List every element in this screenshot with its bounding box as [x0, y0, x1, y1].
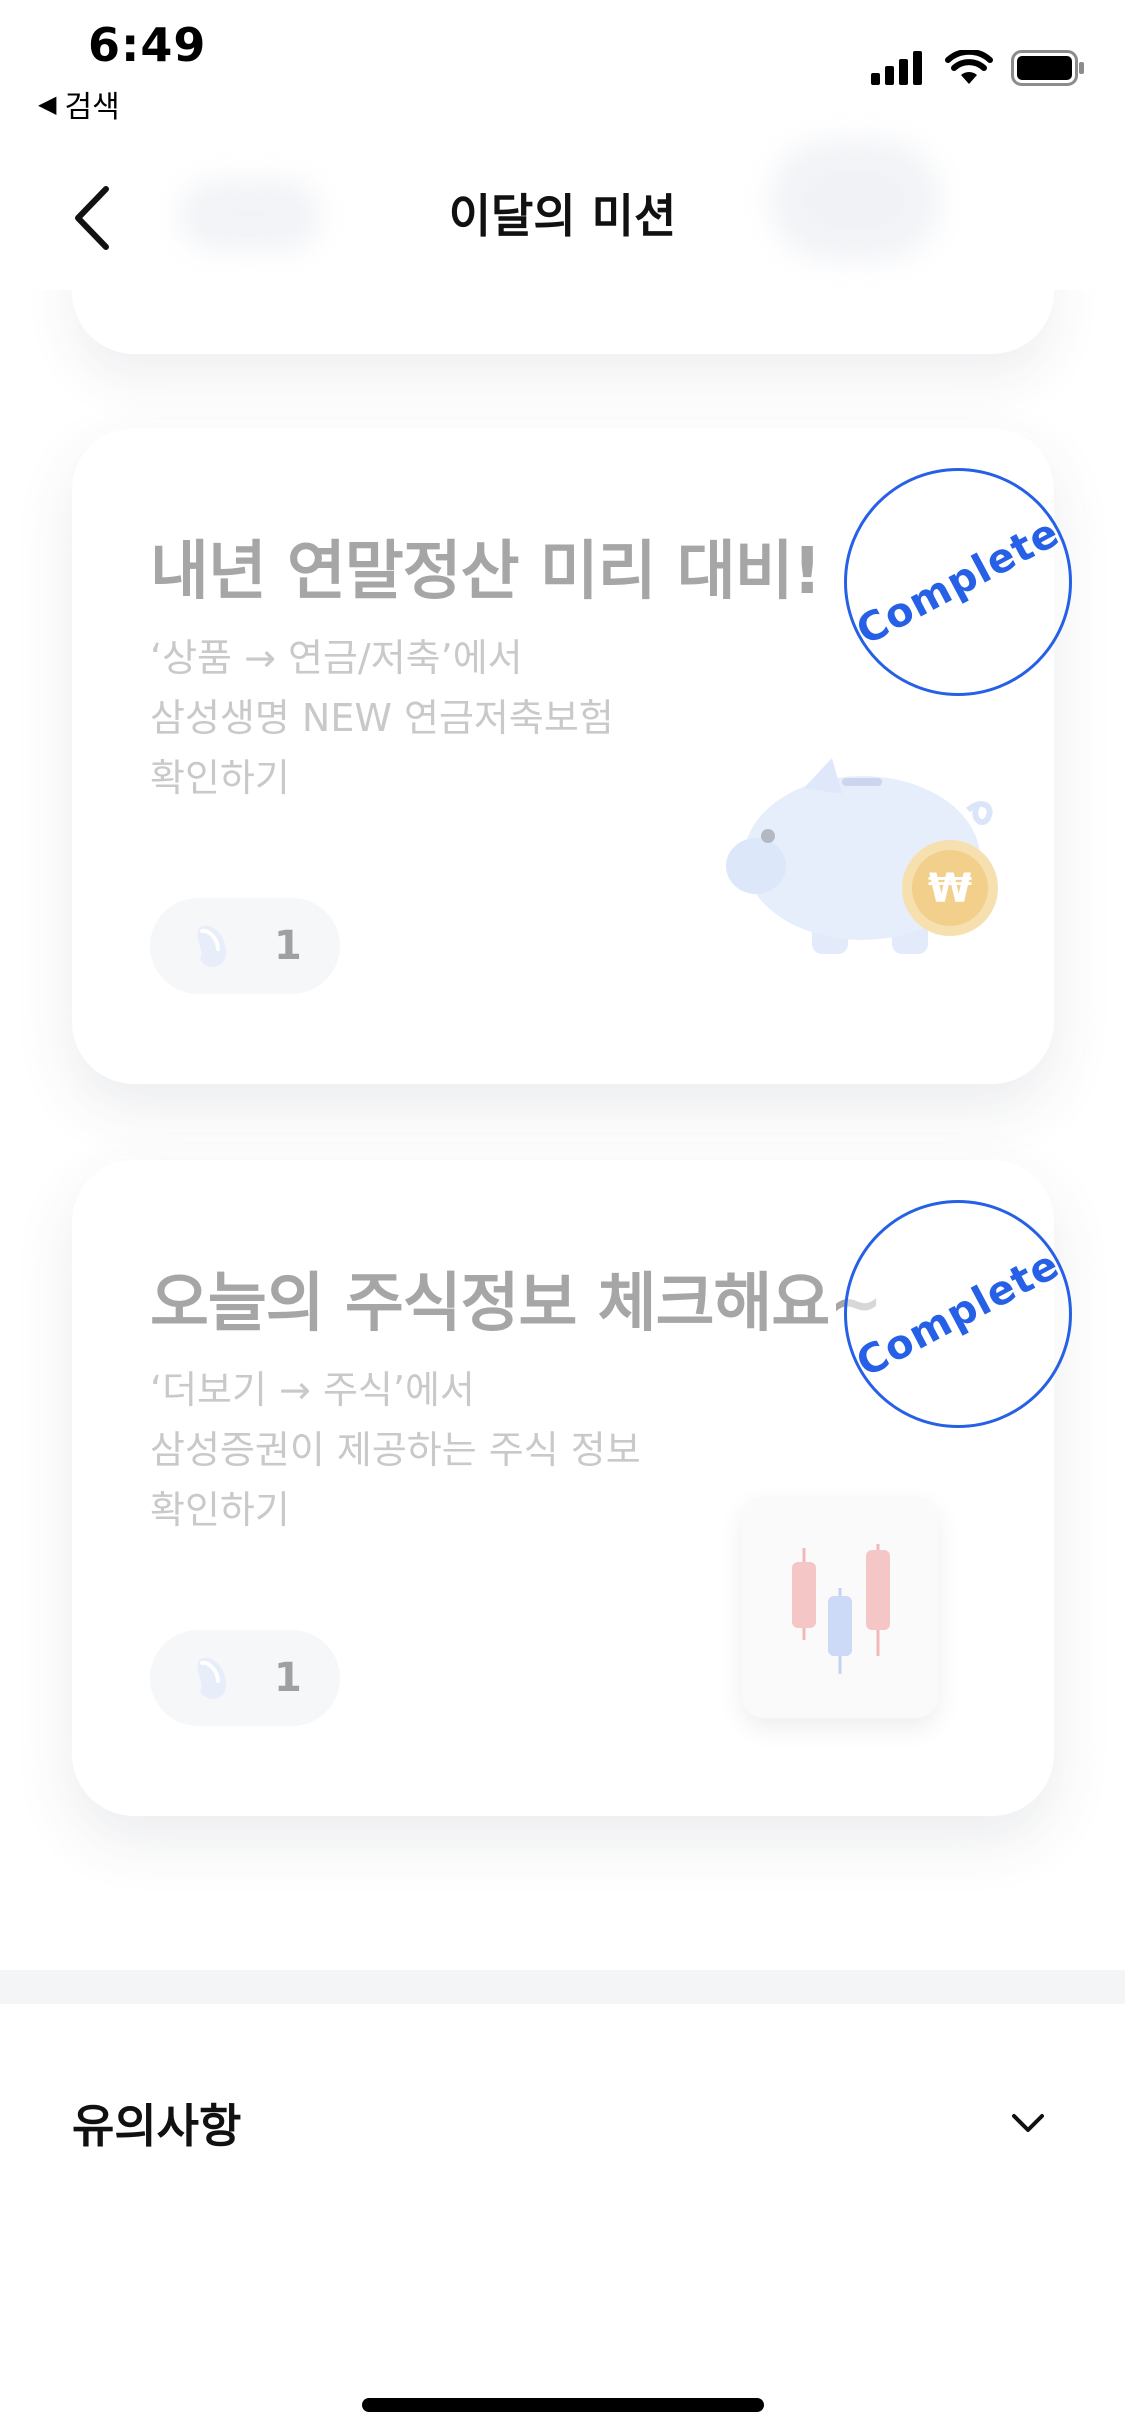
piggy-bank-coin-icon: ₩ [726, 758, 998, 954]
mission-description-line: 확인하기 [150, 756, 290, 800]
page-title: 이달의 미션 [448, 189, 677, 243]
mission-description-line: ‘더보기 → 주식’에서 [150, 1368, 475, 1412]
candlestick-chart-tile [742, 1496, 938, 1718]
notice-title: 유의사항 [72, 2099, 242, 2153]
status-bar: 6:49 ◀ 검색 [0, 0, 1125, 130]
back-triangle-icon: ◀ [38, 90, 57, 118]
back-app-label: 검색 [64, 90, 120, 125]
complete-stamp-label: Complete [849, 509, 1067, 655]
navigation-bar: 이달의 미션 [0, 140, 1125, 290]
status-time: 6:49 [88, 18, 207, 72]
mission-description-line: ‘상품 → 연금/저축’에서 [150, 636, 523, 680]
mission-title: 오늘의 주식정보 체크해요~ [150, 1267, 883, 1341]
reward-count: 1 [274, 1655, 302, 1701]
section-divider [0, 1970, 1125, 2004]
notice-toggle[interactable] [1003, 2098, 1053, 2148]
candlestick-chart-icon [792, 1544, 890, 1674]
battery-icon [1011, 50, 1084, 86]
mission-description: ‘더보기 → 주식’에서 삼성증권이 제공하는 주식 정보 확인하기 [150, 1360, 641, 1540]
cellular-signal-icon [871, 51, 922, 85]
mission-description-line: 확인하기 [150, 1488, 290, 1532]
jellybean-icon [197, 925, 227, 967]
mission-description-line: 삼성증권이 제공하는 주식 정보 [150, 1428, 641, 1472]
complete-stamp: Complete [844, 468, 1072, 696]
wifi-icon [945, 50, 993, 84]
reward-count: 1 [274, 923, 302, 969]
complete-stamp: Complete [844, 1200, 1072, 1428]
svg-text:₩: ₩ [928, 866, 972, 912]
complete-stamp-label: Complete [849, 1241, 1067, 1387]
chevron-down-icon [1012, 2114, 1044, 2132]
mission-card[interactable]: 오늘의 주식정보 체크해요~ ‘더보기 → 주식’에서 삼성증권이 제공하는 주… [72, 1160, 1072, 1816]
jellybean-icon [197, 1657, 227, 1699]
notice-accordion[interactable]: 유의사항 [0, 2060, 1125, 2190]
mission-description-line: 삼성생명 NEW 연금저축보험 [150, 696, 614, 740]
mission-card[interactable]: 내년 연말정산 미리 대비! ‘상품 → 연금/저축’에서 삼성생명 NEW 연… [72, 428, 1072, 1084]
reward-badge: 1 [150, 1630, 340, 1726]
back-to-app-link[interactable]: ◀ 검색 [38, 82, 120, 126]
home-indicator[interactable] [362, 2398, 764, 2412]
status-icons [871, 50, 1085, 86]
mission-title: 내년 연말정산 미리 대비! [150, 535, 822, 609]
reward-badge: 1 [150, 898, 340, 994]
mission-description: ‘상품 → 연금/저축’에서 삼성생명 NEW 연금저축보험 확인하기 [150, 628, 614, 808]
